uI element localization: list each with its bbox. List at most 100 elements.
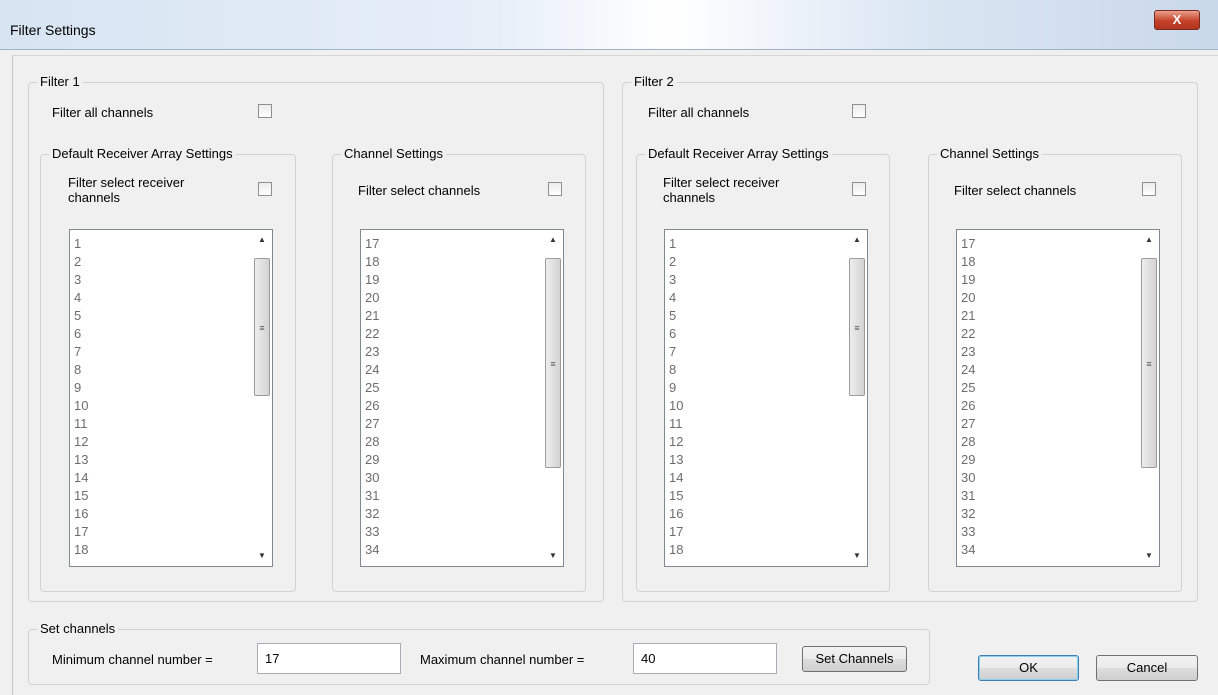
list-item[interactable]: 24 — [365, 361, 379, 379]
max-channel-input[interactable]: 40 — [633, 643, 777, 674]
list-item[interactable]: 18 — [669, 541, 683, 559]
list-item[interactable]: 22 — [365, 325, 379, 343]
list-item[interactable]: 10 — [669, 397, 683, 415]
list-item[interactable]: 23 — [365, 343, 379, 361]
list-item[interactable]: 17 — [74, 523, 88, 541]
list-item[interactable]: 16 — [74, 505, 88, 523]
list-item[interactable]: 33 — [365, 523, 379, 541]
scroll-thumb[interactable]: ≡ — [545, 258, 561, 468]
list-item[interactable]: 33 — [961, 523, 975, 541]
list-item[interactable]: 9 — [669, 379, 683, 397]
list-item[interactable]: 12 — [74, 433, 88, 451]
filter-2-select-channels-checkbox[interactable] — [1142, 182, 1156, 196]
scroll-down-arrow-icon[interactable]: ▼ — [847, 546, 867, 566]
list-item[interactable]: 30 — [365, 469, 379, 487]
list-item[interactable]: 4 — [669, 289, 683, 307]
list-item[interactable]: 8 — [74, 361, 88, 379]
list-item[interactable]: 1 — [669, 235, 683, 253]
list-item[interactable]: 27 — [365, 415, 379, 433]
scroll-down-arrow-icon[interactable]: ▼ — [1139, 546, 1159, 566]
set-channels-button[interactable]: Set Channels — [802, 646, 907, 672]
list-item[interactable]: 25 — [961, 379, 975, 397]
filter-1-receiver-scrollbar[interactable]: ▲ ≡ ▼ — [252, 230, 272, 566]
filter-1-channel-listbox[interactable]: 17 18 19 20 21 22 23 24 25 26 27 28 29 30 31 32 33 34 ▲ ≡… — [360, 229, 564, 567]
list-item[interactable]: 20 — [961, 289, 975, 307]
list-item[interactable]: 31 — [961, 487, 975, 505]
list-item[interactable]: 13 — [74, 451, 88, 469]
list-item[interactable]: 29 — [365, 451, 379, 469]
list-item[interactable]: 28 — [961, 433, 975, 451]
list-item[interactable]: 21 — [961, 307, 975, 325]
list-item[interactable]: 15 — [669, 487, 683, 505]
list-item[interactable]: 32 — [365, 505, 379, 523]
scroll-thumb[interactable]: ≡ — [1141, 258, 1157, 468]
list-item[interactable]: 11 — [669, 415, 683, 433]
list-item[interactable]: 13 — [669, 451, 683, 469]
list-item[interactable]: 25 — [365, 379, 379, 397]
scroll-up-arrow-icon[interactable]: ▲ — [1139, 230, 1159, 250]
list-item[interactable]: 12 — [669, 433, 683, 451]
scroll-thumb[interactable]: ≡ — [849, 258, 865, 396]
list-item[interactable]: 6 — [669, 325, 683, 343]
list-item[interactable]: 20 — [365, 289, 379, 307]
list-item[interactable]: 3 — [669, 271, 683, 289]
list-item[interactable]: 14 — [74, 469, 88, 487]
filter-1-select-receiver-checkbox[interactable] — [258, 182, 272, 196]
list-item[interactable]: 10 — [74, 397, 88, 415]
list-item[interactable]: 1 — [74, 235, 88, 253]
filter-2-channel-scrollbar[interactable]: ▲ ≡ ▼ — [1139, 230, 1159, 566]
list-item[interactable]: 28 — [365, 433, 379, 451]
list-item[interactable]: 7 — [74, 343, 88, 361]
list-item[interactable]: 18 — [74, 541, 88, 559]
filter-1-all-channels-checkbox[interactable] — [258, 104, 272, 118]
filter-2-select-receiver-checkbox[interactable] — [852, 182, 866, 196]
list-item[interactable]: 29 — [961, 451, 975, 469]
list-item[interactable]: 14 — [669, 469, 683, 487]
list-item[interactable]: 18 — [365, 253, 379, 271]
list-item[interactable]: 6 — [74, 325, 88, 343]
list-item[interactable]: 34 — [961, 541, 975, 559]
scroll-up-arrow-icon[interactable]: ▲ — [847, 230, 867, 250]
filter-1-select-channels-checkbox[interactable] — [548, 182, 562, 196]
list-item[interactable]: 19 — [365, 271, 379, 289]
list-item[interactable]: 17 — [961, 235, 975, 253]
list-item[interactable]: 9 — [74, 379, 88, 397]
list-item[interactable]: 21 — [365, 307, 379, 325]
list-item[interactable]: 2 — [669, 253, 683, 271]
list-item[interactable]: 19 — [961, 271, 975, 289]
list-item[interactable]: 8 — [669, 361, 683, 379]
filter-2-receiver-scrollbar[interactable]: ▲ ≡ ▼ — [847, 230, 867, 566]
filter-2-channel-listbox[interactable]: 17 18 19 20 21 22 23 24 25 26 27 28 29 30 31 32 33 34 ▲ ≡… — [956, 229, 1160, 567]
list-item[interactable]: 7 — [669, 343, 683, 361]
list-item[interactable]: 26 — [961, 397, 975, 415]
list-item[interactable]: 16 — [669, 505, 683, 523]
scroll-down-arrow-icon[interactable]: ▼ — [543, 546, 563, 566]
filter-2-all-channels-checkbox[interactable] — [852, 104, 866, 118]
scroll-up-arrow-icon[interactable]: ▲ — [252, 230, 272, 250]
list-item[interactable]: 17 — [669, 523, 683, 541]
list-item[interactable]: 2 — [74, 253, 88, 271]
list-item[interactable]: 27 — [961, 415, 975, 433]
scroll-thumb[interactable]: ≡ — [254, 258, 270, 396]
list-item[interactable]: 31 — [365, 487, 379, 505]
list-item[interactable]: 4 — [74, 289, 88, 307]
ok-button[interactable]: OK — [978, 655, 1079, 681]
close-button[interactable]: X — [1154, 10, 1200, 30]
scroll-down-arrow-icon[interactable]: ▼ — [252, 546, 272, 566]
list-item[interactable]: 3 — [74, 271, 88, 289]
cancel-button[interactable]: Cancel — [1096, 655, 1198, 681]
list-item[interactable]: 5 — [74, 307, 88, 325]
list-item[interactable]: 30 — [961, 469, 975, 487]
list-item[interactable]: 26 — [365, 397, 379, 415]
filter-1-receiver-listbox[interactable]: 1 2 3 4 5 6 7 8 9 10 11 12 13 14 15 16 17 18 ▲ ≡ ▼ — [69, 229, 273, 567]
list-item[interactable]: 17 — [365, 235, 379, 253]
filter-2-receiver-listbox[interactable]: 1 2 3 4 5 6 7 8 9 10 11 12 13 14 15 16 17 18 ▲ ≡ ▼ — [664, 229, 868, 567]
list-item[interactable]: 22 — [961, 325, 975, 343]
min-channel-input[interactable]: 17 — [257, 643, 401, 674]
list-item[interactable]: 11 — [74, 415, 88, 433]
list-item[interactable]: 5 — [669, 307, 683, 325]
list-item[interactable]: 15 — [74, 487, 88, 505]
list-item[interactable]: 23 — [961, 343, 975, 361]
list-item[interactable]: 18 — [961, 253, 975, 271]
list-item[interactable]: 34 — [365, 541, 379, 559]
